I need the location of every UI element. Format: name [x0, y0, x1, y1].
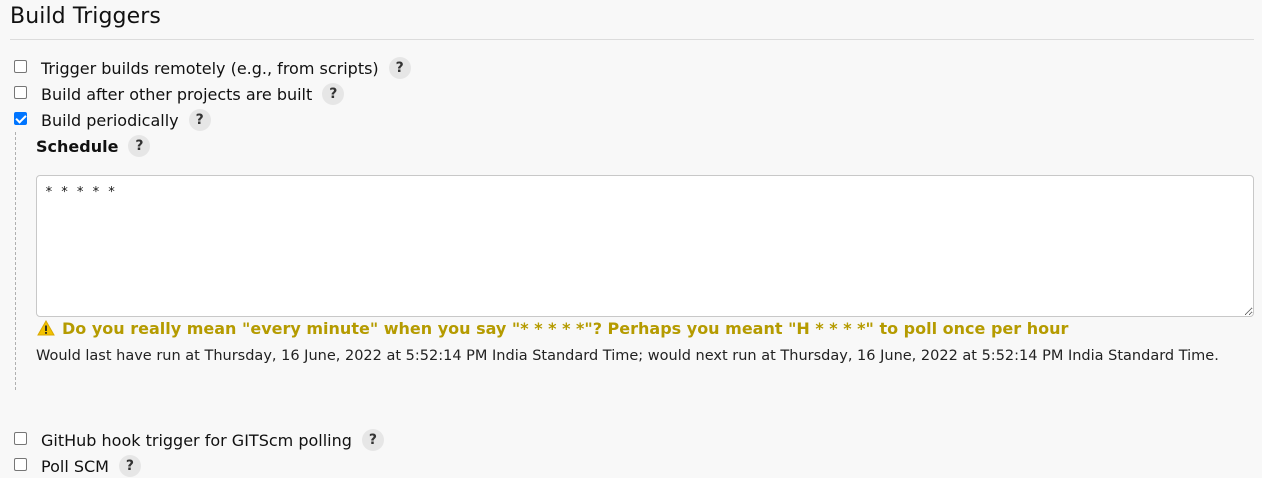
section-divider — [10, 39, 1254, 40]
schedule-warning: Do you really mean "every minute" when y… — [37, 317, 1068, 339]
build-periodically-option[interactable]: Build periodically ? — [14, 109, 211, 131]
trigger-remotely-checkbox[interactable] — [14, 59, 27, 73]
section-title: Build Triggers — [10, 4, 161, 29]
help-icon[interactable]: ? — [322, 83, 345, 105]
help-icon[interactable]: ? — [361, 429, 384, 451]
help-icon[interactable]: ? — [128, 135, 151, 157]
build-after-other-projects-option[interactable]: Build after other projects are built ? — [14, 83, 345, 105]
poll-scm-checkbox[interactable] — [14, 457, 27, 471]
schedule-run-info: Would last have run at Thursday, 16 June… — [36, 348, 1219, 364]
poll-scm-option[interactable]: Poll SCM ? — [14, 455, 141, 477]
warning-icon — [37, 320, 55, 336]
trigger-remotely-label[interactable]: Trigger builds remotely (e.g., from scri… — [41, 59, 379, 78]
build-periodically-checkbox[interactable] — [14, 111, 27, 125]
build-triggers-section: Build Triggers Trigger builds remotely (… — [0, 0, 1262, 478]
github-hook-trigger-checkbox[interactable] — [14, 431, 27, 445]
help-icon[interactable]: ? — [118, 455, 141, 477]
schedule-field-label: Schedule ? — [36, 135, 151, 157]
poll-scm-label[interactable]: Poll SCM — [41, 457, 109, 476]
build-after-other-projects-checkbox[interactable] — [14, 85, 27, 99]
build-after-other-projects-label[interactable]: Build after other projects are built — [41, 85, 312, 104]
trigger-remotely-option[interactable]: Trigger builds remotely (e.g., from scri… — [14, 57, 411, 79]
schedule-label: Schedule — [36, 136, 119, 156]
schedule-input[interactable]: * * * * * — [36, 175, 1254, 317]
help-icon[interactable]: ? — [388, 57, 411, 79]
warning-text: Do you really mean "every minute" when y… — [62, 318, 1069, 338]
github-hook-trigger-option[interactable]: GitHub hook trigger for GITScm polling ? — [14, 429, 384, 451]
build-periodically-label[interactable]: Build periodically — [41, 111, 179, 130]
nested-options-guide — [15, 132, 16, 390]
github-hook-trigger-label[interactable]: GitHub hook trigger for GITScm polling — [41, 431, 352, 450]
help-icon[interactable]: ? — [188, 109, 211, 131]
